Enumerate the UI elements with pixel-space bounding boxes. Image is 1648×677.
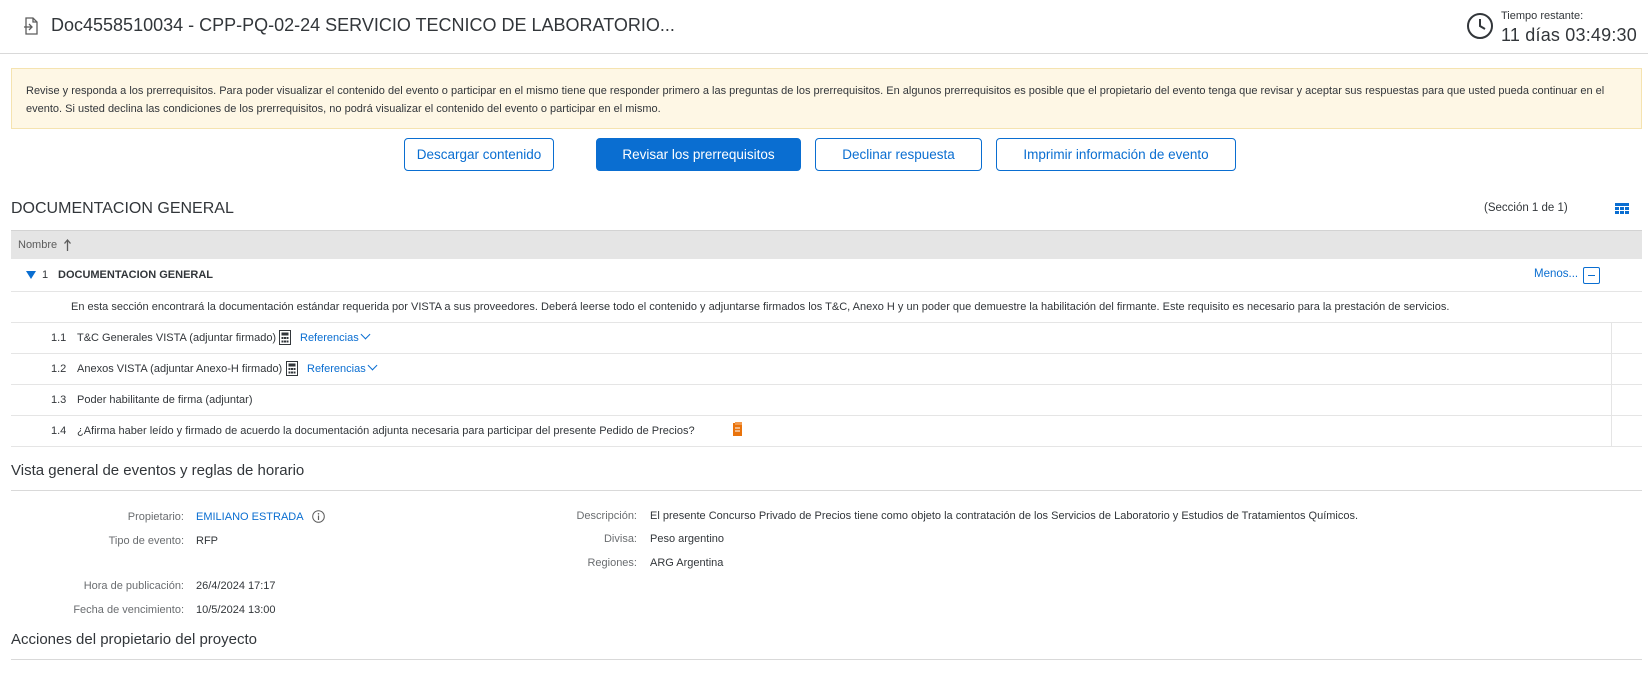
item-name: ¿Afirma haber leído y firmado de acuerdo… [77,425,695,437]
currency-value: Peso argentino [650,533,724,545]
references-label: Referencias [307,363,366,375]
item-number: 1.1 [51,332,67,344]
chevron-down-icon [367,360,378,371]
group-description-row: En esta sección encontrará la documentac… [11,292,1642,323]
description-value: El presente Concurso Privado de Precios … [650,510,1359,522]
collapse-button[interactable] [1583,267,1600,284]
info-icon[interactable] [312,510,325,523]
attachment-document-icon[interactable] [279,330,291,345]
references-label: Referencias [300,332,359,344]
page-title: Doc4558510034 - CPP-PQ-02-24 SERVICIO TE… [51,15,675,35]
sort-ascending-icon[interactable] [64,239,71,251]
owner-label: Propietario: [127,511,184,523]
table-row[interactable]: 1.2 Anexos VISTA (adjuntar Anexo-H firma… [11,354,1642,385]
time-remaining-label: Tiempo restante: [1501,10,1584,22]
event-type-label: Tipo de evento: [108,535,184,547]
required-document-icon[interactable] [733,422,742,436]
expand-caret-icon[interactable] [26,271,36,279]
publication-value: 26/4/2024 17:17 [196,580,276,592]
decline-response-button[interactable]: Declinar respuesta [815,138,982,171]
row-divider [1611,416,1612,446]
item-number: 1.2 [51,363,67,375]
references-link[interactable]: Referencias [300,329,371,344]
row-divider [1611,385,1612,415]
row-divider [1611,354,1612,384]
less-link[interactable]: Menos... [1534,268,1578,280]
clock-icon [1467,13,1493,39]
group-name: DOCUMENTACION GENERAL [58,269,214,281]
owner-actions-title: Acciones del propietario del proyecto [11,631,257,648]
table-row[interactable]: 1.1 T&C Generales VISTA (adjuntar firmad… [11,323,1642,354]
print-event-info-button[interactable]: Imprimir información de evento [996,138,1236,171]
section-title: DOCUMENTACION GENERAL [11,200,234,217]
time-remaining-value: 11 días 03:49:30 [1501,25,1637,45]
page-header: Doc4558510034 - CPP-PQ-02-24 SERVICIO TE… [0,0,1648,54]
banner-text: Revise y responda a los prerrequisitos. … [26,85,1605,115]
review-prerequisites-button[interactable]: Revisar los prerrequisitos [596,138,801,171]
item-name: Anexos VISTA (adjuntar Anexo-H firmado) [77,363,283,375]
regions-label: Regiones: [587,557,637,569]
group-number: 1 [42,269,49,281]
overview-divider [11,490,1642,491]
column-header-name[interactable]: Nombre [18,239,57,251]
group-row[interactable]: 1 DOCUMENTACION GENERAL Menos... [11,259,1642,292]
publication-label: Hora de publicación: [83,580,184,592]
group-description: En esta sección encontrará la documentac… [71,301,1450,313]
section-count: (Sección 1 de 1) [1484,202,1568,214]
table-settings-icon[interactable] [1615,203,1629,215]
item-name: T&C Generales VISTA (adjuntar firmado) [77,332,277,344]
table-header[interactable]: Nombre [11,230,1642,259]
owner-actions-divider [11,659,1642,660]
attachment-document-icon[interactable] [286,361,298,376]
prerequisites-banner: Revise y responda a los prerrequisitos. … [11,68,1642,129]
references-link[interactable]: Referencias [307,360,378,375]
due-date-label: Fecha de vencimiento: [73,604,184,616]
row-divider [1611,323,1612,353]
event-type-value: RFP [196,535,218,547]
item-name: Poder habilitante de firma (adjuntar) [77,394,253,406]
regions-value: ARG Argentina [650,557,724,569]
chevron-down-icon [360,329,371,340]
overview-title: Vista general de eventos y reglas de hor… [11,462,305,479]
download-content-button[interactable]: Descargar contenido [404,138,554,171]
document-icon [24,17,38,35]
item-number: 1.4 [51,425,67,437]
table-row[interactable]: 1.4 ¿Afirma haber leído y firmado de acu… [11,416,1642,447]
description-label: Descripción: [576,510,637,522]
currency-label: Divisa: [603,533,637,545]
owner-link[interactable]: EMILIANO ESTRADA [196,511,304,523]
due-date-value: 10/5/2024 13:00 [196,604,276,616]
item-number: 1.3 [51,394,67,406]
table-row[interactable]: 1.3 Poder habilitante de firma (adjuntar… [11,385,1642,416]
